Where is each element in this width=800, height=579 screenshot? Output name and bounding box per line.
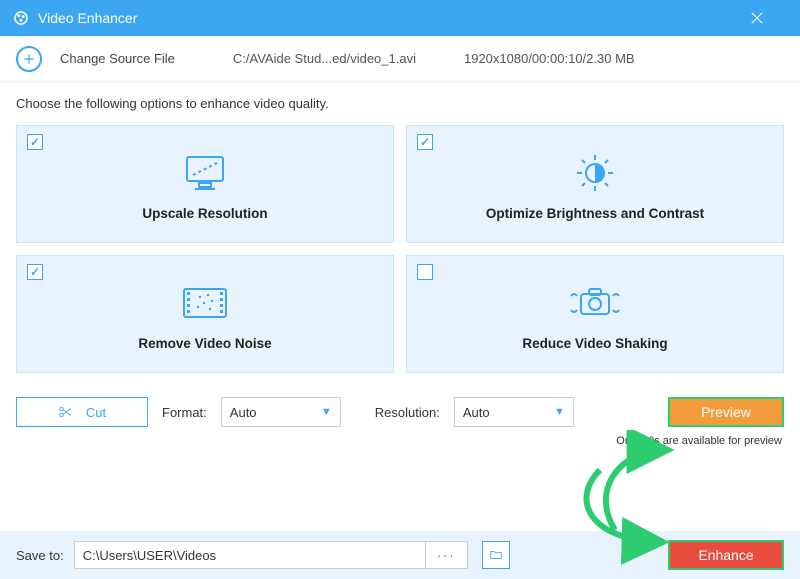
card-reduce-shaking[interactable]: Reduce Video Shaking [406, 255, 784, 373]
resolution-dropdown[interactable]: Auto ▼ [454, 397, 574, 427]
brightness-icon [571, 148, 619, 198]
instruction-text: Choose the following options to enhance … [16, 96, 784, 111]
format-value: Auto [230, 405, 257, 420]
camera-shake-icon [567, 278, 623, 328]
source-meta: 1920x1080/00:00:10/2.30 MB [464, 51, 635, 66]
change-source-button[interactable] [16, 46, 42, 72]
card-label: Optimize Brightness and Contrast [486, 206, 704, 221]
options-grid: Upscale Resolution Optimize Brightness a… [16, 125, 784, 373]
close-button[interactable] [748, 9, 788, 27]
enhance-button[interactable]: Enhance [668, 540, 784, 570]
checkbox-upscale[interactable] [27, 134, 43, 150]
upscale-icon [181, 148, 229, 198]
format-label: Format: [162, 405, 207, 420]
format-dropdown[interactable]: Auto ▼ [221, 397, 341, 427]
save-to-label: Save to: [16, 548, 64, 563]
preview-note: Only 10s are available for preview [616, 435, 782, 447]
card-upscale-resolution[interactable]: Upscale Resolution [16, 125, 394, 243]
checkbox-noise[interactable] [27, 264, 43, 280]
save-row: Save to: C:\Users\USER\Videos ··· Enhanc… [0, 531, 800, 579]
checkbox-brightness[interactable] [417, 134, 433, 150]
card-label: Remove Video Noise [138, 336, 271, 351]
source-row: Change Source File C:/AVAide Stud...ed/v… [0, 36, 800, 82]
save-path-value: C:\Users\USER\Videos [83, 548, 216, 563]
card-remove-noise[interactable]: Remove Video Noise [16, 255, 394, 373]
app-title: Video Enhancer [38, 10, 137, 26]
scissors-icon [58, 405, 72, 419]
folder-icon [488, 548, 504, 562]
change-source-label[interactable]: Change Source File [60, 51, 175, 66]
open-folder-button[interactable] [482, 541, 510, 569]
resolution-label: Resolution: [375, 405, 440, 420]
filmstrip-icon [180, 278, 230, 328]
cut-label: Cut [86, 405, 106, 420]
resolution-value: Auto [463, 405, 490, 420]
source-path: C:/AVAide Stud...ed/video_1.avi [233, 51, 416, 66]
titlebar: Video Enhancer [0, 0, 800, 36]
preview-label: Preview [701, 404, 751, 420]
chevron-down-icon: ▼ [554, 406, 565, 418]
cut-button[interactable]: Cut [16, 397, 148, 427]
checkbox-shaking[interactable] [417, 264, 433, 280]
browse-button[interactable]: ··· [426, 541, 468, 569]
app-icon [12, 9, 30, 27]
card-label: Reduce Video Shaking [522, 336, 667, 351]
preview-button[interactable]: Preview [668, 397, 784, 427]
card-label: Upscale Resolution [142, 206, 267, 221]
save-path-input[interactable]: C:\Users\USER\Videos [74, 541, 426, 569]
chevron-down-icon: ▼ [321, 406, 332, 418]
enhance-label: Enhance [698, 547, 753, 563]
controls-row: Cut Format: Auto ▼ Resolution: Auto ▼ Pr… [16, 397, 784, 435]
card-optimize-brightness[interactable]: Optimize Brightness and Contrast [406, 125, 784, 243]
